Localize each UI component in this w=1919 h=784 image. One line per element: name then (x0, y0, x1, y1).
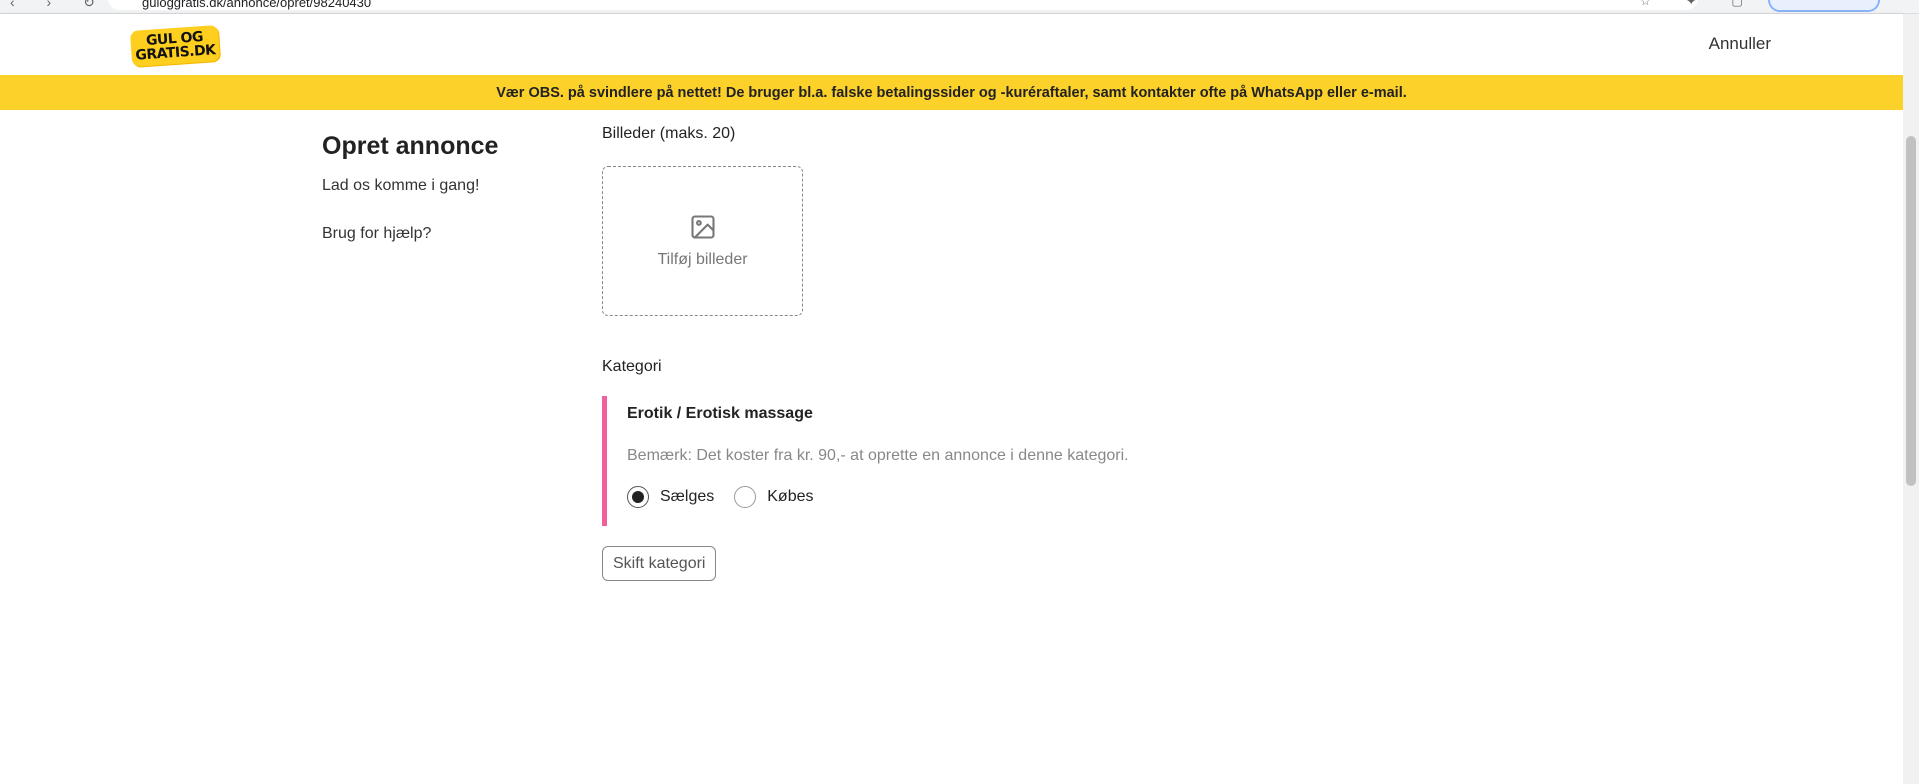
ad-form: Billeder (maks. 20) Tilføj billeder Kate… (602, 125, 1502, 581)
switch-category-button[interactable]: Skift kategori (602, 546, 717, 581)
category-price-note: Bemærk: Det koster fra kr. 90,- at opret… (627, 447, 1129, 464)
category-label: Kategori (602, 358, 662, 375)
cancel-link[interactable]: Annuller (1709, 34, 1771, 54)
radio-koebes-label[interactable]: Købes (767, 488, 813, 506)
site-header: GUL OG GRATIS.DK Annuller (0, 14, 1903, 75)
add-images-label: Tilføj billeder (657, 251, 748, 268)
browser-toolbar: ‹ › ↻ guloggratis.dk/annonce/opret/98240… (0, 0, 1919, 14)
page-title: Opret annonce (322, 132, 499, 160)
radio-option-saelges[interactable]: Sælges (627, 486, 714, 508)
image-icon (690, 215, 715, 239)
site-logo[interactable]: GUL OG GRATIS.DK (129, 24, 221, 68)
add-images-dropzone[interactable]: Tilføj billeder (602, 166, 803, 316)
browser-profile-button[interactable] (1768, 0, 1880, 12)
page-scrollbar[interactable] (1903, 14, 1919, 784)
intro-column: Opret annonce Lad os komme i gang! Brug … (322, 132, 562, 243)
ad-type-radio-group: Sælges Købes (627, 486, 1502, 508)
scam-warning-banner: Vær OBS. på svindlere på nettet! De brug… (0, 75, 1903, 110)
radio-saelges[interactable] (627, 486, 649, 508)
radio-option-koebes[interactable]: Købes (734, 486, 814, 508)
help-link[interactable]: Brug for hjælp? (322, 225, 562, 243)
radio-selected-dot (632, 491, 644, 503)
category-name: Erotik / Erotisk massage (627, 405, 813, 422)
scrollbar-thumb[interactable] (1906, 136, 1916, 486)
address-bar-url[interactable]: guloggratis.dk/annonce/opret/98240430 (142, 0, 371, 10)
page-subtitle: Lad os komme i gang! (322, 177, 480, 194)
browser-nav-icons[interactable]: ‹ › ↻ (10, 0, 109, 11)
images-label: Billeder (maks. 20) (602, 125, 736, 142)
browser-action-icons[interactable]: ☆ ✦ ▢ (1640, 0, 1759, 8)
radio-saelges-label[interactable]: Sælges (660, 488, 714, 506)
scam-warning-text: Vær OBS. på svindlere på nettet! De brug… (496, 84, 1407, 101)
radio-koebes[interactable] (734, 486, 757, 508)
selected-category-card: Erotik / Erotisk massage Bemærk: Det kos… (602, 396, 1502, 526)
logo-line-2: GRATIS.DK (134, 42, 217, 64)
